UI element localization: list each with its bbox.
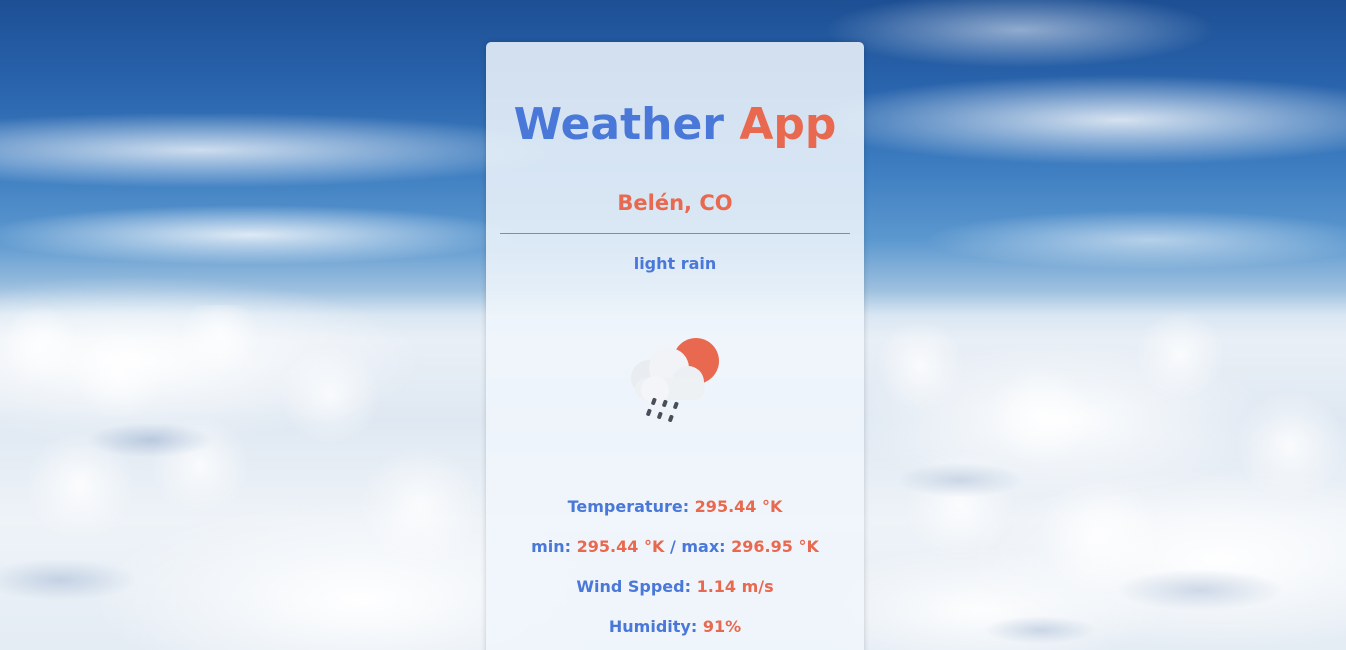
wind-speed-value: 1.14 m/s xyxy=(696,577,774,596)
app-title-accent: App xyxy=(739,99,837,150)
partly-sunny-rain-icon xyxy=(625,332,725,432)
location-label: Belén, CO xyxy=(617,191,733,215)
min-label: min: xyxy=(531,537,572,556)
max-value: 296.95 °K xyxy=(731,537,819,556)
app-title: Weather App xyxy=(486,98,864,152)
temperature-value: 295.44 °K xyxy=(694,497,783,516)
temperature-label: Temperature: xyxy=(567,497,690,516)
humidity-value: 91% xyxy=(702,617,742,636)
wind-speed-row: Wind Spped: 1.14 m/s xyxy=(486,576,864,598)
temperature-row: Temperature: 295.44 °K xyxy=(486,496,864,518)
humidity-row: Humidity: 91% xyxy=(486,616,864,638)
app-title-main: Weather xyxy=(513,99,725,150)
weather-card: Weather App Belén, CO light rain Tempera… xyxy=(486,42,864,650)
max-label: max: xyxy=(681,537,726,556)
min-max-row: min: 295.44 °K / max: 296.95 °K xyxy=(486,536,864,558)
divider xyxy=(500,233,850,234)
wind-speed-label: Wind Spped: xyxy=(576,577,691,596)
min-max-separator: / xyxy=(669,537,676,556)
min-value: 295.44 °K xyxy=(576,537,665,556)
weather-icon-graphic xyxy=(631,338,719,423)
humidity-label: Humidity: xyxy=(608,617,698,636)
weather-description: light rain xyxy=(633,254,717,273)
